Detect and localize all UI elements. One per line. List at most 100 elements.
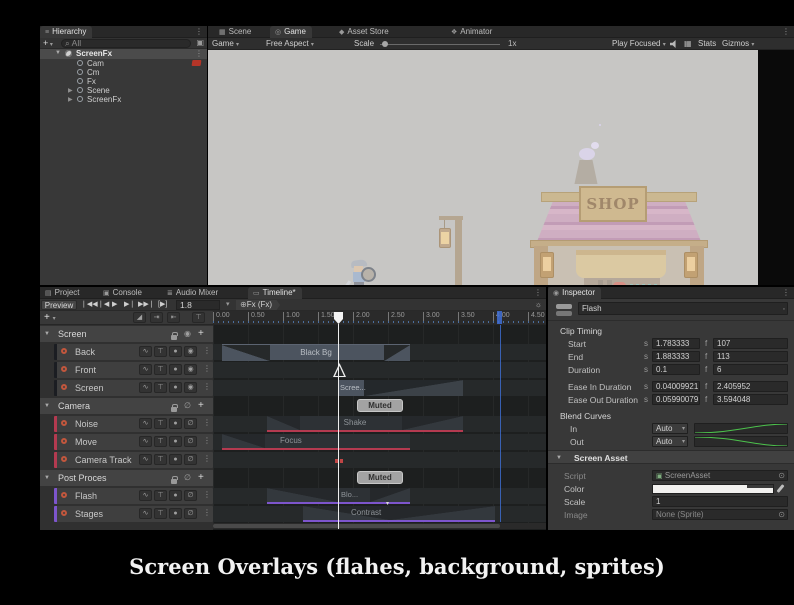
foldout-icon[interactable]: ▼ xyxy=(556,455,562,461)
track-front[interactable]: Front ∿ ⊤ ● ◉ ⋮ xyxy=(54,362,213,378)
curves-icon[interactable]: ∿ xyxy=(139,436,152,447)
track-menu-icon[interactable]: ⋮ xyxy=(203,364,211,373)
color-swatch[interactable] xyxy=(652,484,774,494)
foldout-icon[interactable]: ▶ xyxy=(68,87,73,94)
script-field[interactable]: ▣ ScreenAsset ⊙ xyxy=(652,470,788,481)
track-menu-icon[interactable]: ⋮ xyxy=(203,418,211,427)
track-stages[interactable]: Stages ∿ ⊤ ● ∅ ⋮ xyxy=(54,506,213,522)
track-menu-icon[interactable]: ⋮ xyxy=(203,346,211,355)
ease-in-f-field[interactable]: 2.405952 xyxy=(713,381,788,392)
settings-gear-icon[interactable]: ☼ xyxy=(535,300,542,309)
menu-icon[interactable]: ⋮ xyxy=(782,27,790,36)
tab-audio-mixer[interactable]: ≣ Audio Mixer xyxy=(162,287,224,299)
track-flash[interactable]: Flash ∿ ⊤ ● ∅ ⋮ xyxy=(54,488,213,504)
track-screen[interactable]: Screen ∿ ⊤ ● ◉ ⋮ xyxy=(54,380,213,396)
duration-s-field[interactable]: 0.1 xyxy=(652,364,700,375)
foldout-icon[interactable]: ▼ xyxy=(44,403,50,409)
clip-name-field[interactable]: Flash ◦ xyxy=(578,302,788,315)
timeline-binding[interactable]: ⊕Fx (Fx) xyxy=(236,300,281,310)
add-icon[interactable]: + xyxy=(198,328,204,339)
preset-icon[interactable]: ◦ xyxy=(783,304,785,315)
curves-icon[interactable]: ∿ xyxy=(139,382,152,393)
menu-icon[interactable]: ⋮ xyxy=(195,27,203,36)
camera-track-key[interactable] xyxy=(340,459,343,463)
track-move[interactable]: Move ∿ ⊤ ● ∅ ⋮ xyxy=(54,434,213,450)
menu-icon[interactable]: ⋮ xyxy=(534,288,542,297)
lock-icon[interactable]: ● xyxy=(169,346,182,357)
lock-icon[interactable]: ● xyxy=(169,436,182,447)
tab-timeline[interactable]: ▭ Timeline* xyxy=(248,287,302,299)
prev-frame-button[interactable]: ❘◀ xyxy=(98,300,109,308)
pin-icon[interactable]: ⊤ xyxy=(154,418,167,429)
track-menu-icon[interactable]: ⋮ xyxy=(203,382,211,391)
gizmos-dropdown[interactable]: Gizmos ▾ xyxy=(722,39,754,48)
lock-icon[interactable]: ● xyxy=(169,508,182,519)
hierarchy-row-cam[interactable]: Cam xyxy=(40,59,207,68)
end-s-field[interactable]: 1.883333 xyxy=(652,351,700,362)
blend-out-curve[interactable] xyxy=(694,436,788,447)
screen-asset-header[interactable]: ▼ Screen Asset xyxy=(548,450,794,464)
track-noise[interactable]: Noise ∿ ⊤ ● ∅ ⋮ xyxy=(54,416,213,432)
replace-mode-icon[interactable]: ⇤ xyxy=(167,312,180,323)
hierarchy-search-input[interactable]: ⌕ All xyxy=(61,39,191,48)
curves-icon[interactable]: ∿ xyxy=(139,508,152,519)
lock-icon[interactable]: ● xyxy=(169,490,182,501)
tab-console[interactable]: ▣ Console xyxy=(98,287,148,299)
ease-in-s-field[interactable]: 0.04009921 xyxy=(652,381,700,392)
tab-game[interactable]: ◎ Game xyxy=(270,26,312,38)
add-icon[interactable]: + xyxy=(198,400,204,411)
scale-field[interactable]: 1 xyxy=(652,496,788,507)
clip-screen[interactable]: Scree... xyxy=(338,380,463,396)
play-button[interactable]: ▶ xyxy=(112,300,117,308)
eye-icon[interactable]: ◉ xyxy=(184,364,197,375)
blend-in-curve[interactable] xyxy=(694,423,788,434)
ripple-mode-icon[interactable]: ⇥ xyxy=(150,312,163,323)
add-object-button[interactable]: + ▾ xyxy=(43,38,53,48)
group-screen[interactable]: ▼ Screen ◉ + xyxy=(40,326,213,342)
pin-icon[interactable]: ⊤ xyxy=(154,364,167,375)
curves-icon[interactable]: ∿ xyxy=(139,418,152,429)
track-menu-icon[interactable]: ⋮ xyxy=(203,490,211,499)
pin-icon[interactable]: ⊤ xyxy=(154,490,167,501)
start-f-field[interactable]: 107 xyxy=(713,338,788,349)
eye-muted-icon[interactable]: ∅ xyxy=(184,508,197,519)
group-camera[interactable]: ▼ Camera ∅ + xyxy=(40,398,213,414)
tab-hierarchy[interactable]: ≡ Hierarchy xyxy=(40,26,93,38)
blend-out-dropdown[interactable]: Auto ▾ xyxy=(652,436,688,447)
scale-slider[interactable] xyxy=(380,44,500,45)
pin-icon[interactable]: ⊤ xyxy=(154,508,167,519)
eye-icon[interactable]: ◉ xyxy=(184,382,197,393)
blend-in-dropdown[interactable]: Auto ▾ xyxy=(652,423,688,434)
playhead-line[interactable] xyxy=(338,324,339,529)
track-camera-track[interactable]: Camera Track ∿ ⊤ ● ∅ ⋮ xyxy=(54,452,213,468)
tab-animator[interactable]: ❖ Animator xyxy=(446,26,498,38)
aspect-dropdown[interactable]: Free Aspect ▾ xyxy=(266,39,314,48)
lock-icon[interactable]: ● xyxy=(169,454,182,465)
foldout-icon[interactable]: ▼ xyxy=(44,475,50,481)
goto-end-button[interactable]: ▶▶❘ xyxy=(138,300,155,308)
clip-contrast[interactable]: Contrast ▾ xyxy=(303,501,495,522)
lock-icon[interactable] xyxy=(171,332,178,341)
end-f-field[interactable]: 113 xyxy=(713,351,788,362)
goto-start-button[interactable]: ❘◀◀ xyxy=(81,300,98,308)
tab-asset-store[interactable]: ◆ Asset Store xyxy=(334,26,395,38)
image-field[interactable]: None (Sprite) ⊙ xyxy=(652,509,788,520)
tab-scene[interactable]: ▦ Scene xyxy=(214,26,257,38)
pin-icon[interactable]: ⊤ xyxy=(154,346,167,357)
track-back[interactable]: Back ∿ ⊤ ● ◉ ⋮ xyxy=(54,344,213,360)
eye-muted-icon[interactable]: ∅ xyxy=(184,418,197,429)
track-menu-icon[interactable]: ⋮ xyxy=(203,436,211,445)
eye-muted-icon[interactable]: ∅ xyxy=(184,436,197,447)
object-picker-icon[interactable]: ⊙ xyxy=(778,510,785,519)
eye-icon[interactable]: ◉ xyxy=(184,346,197,357)
play-focused-dropdown[interactable]: Play Focused ▾ xyxy=(612,39,666,48)
foldout-icon[interactable]: ▼ xyxy=(55,50,61,56)
curves-icon[interactable]: ∿ xyxy=(139,490,152,501)
foldout-icon[interactable]: ▶ xyxy=(68,96,73,103)
hierarchy-row-screenfx[interactable]: ▼ ScreenFx ⋮ xyxy=(40,49,207,59)
hierarchy-row-fx[interactable]: Fx xyxy=(40,77,207,86)
ease-out-f-field[interactable]: 3.594048 xyxy=(713,394,788,405)
lock-icon[interactable]: ● xyxy=(169,418,182,429)
foldout-icon[interactable]: ▼ xyxy=(44,331,50,337)
marker-toggle-icon[interactable]: ⊤ xyxy=(192,312,205,323)
